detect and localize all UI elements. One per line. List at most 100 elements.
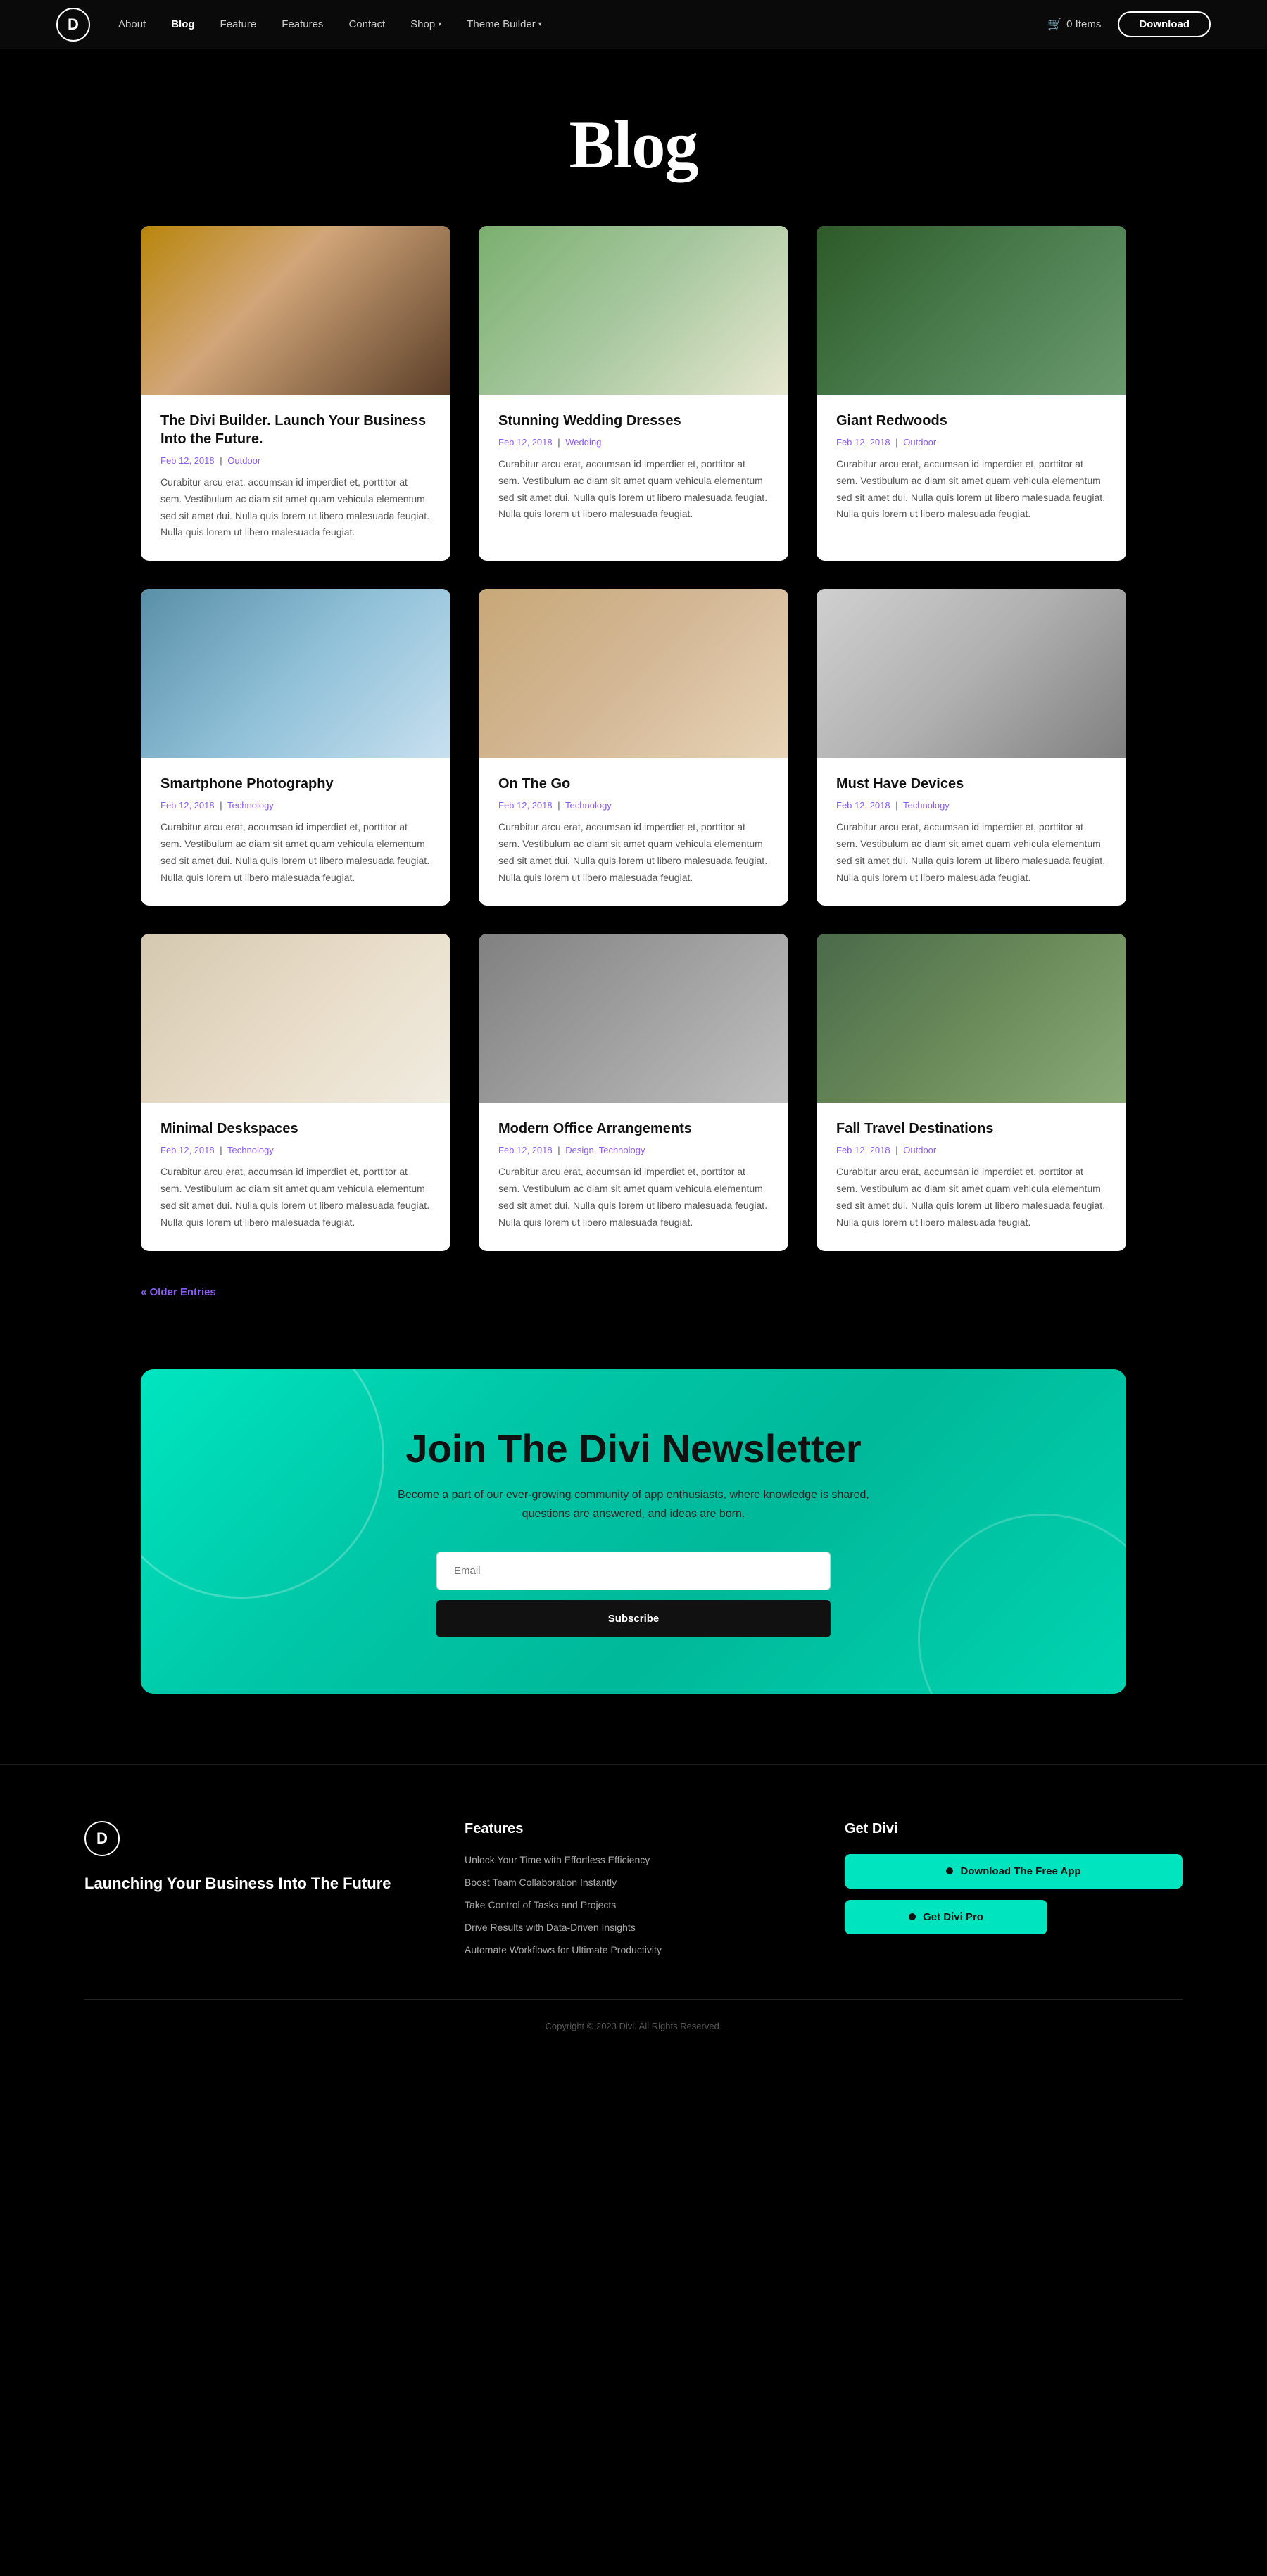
blog-card[interactable]: The Divi Builder. Launch Your Business I… [141, 226, 450, 561]
nav-logo[interactable]: D [56, 8, 90, 42]
footer-tagline: Launching Your Business Into The Future [84, 1873, 422, 1895]
footer-copyright: Copyright © 2023 Divi. All Rights Reserv… [84, 2000, 1183, 2031]
blog-card-body: Minimal Deskspaces Feb 12, 2018 | Techno… [141, 1103, 450, 1250]
footer-feature-link[interactable]: Drive Results with Data-Driven Insights [465, 1922, 636, 1933]
blog-hero: Blog [0, 49, 1267, 226]
blog-card-meta: Feb 12, 2018 | Outdoor [160, 455, 431, 466]
footer-feature-item: Boost Team Collaboration Instantly [465, 1877, 802, 1889]
footer-get-pro-button[interactable]: Get Divi Pro [845, 1900, 1047, 1934]
blog-card-excerpt: Curabitur arcu erat, accumsan id imperdi… [498, 819, 769, 886]
blog-card-category: Design, Technology [565, 1145, 645, 1155]
blog-card-excerpt: Curabitur arcu erat, accumsan id imperdi… [498, 1164, 769, 1231]
footer-brand-col: D Launching Your Business Into The Futur… [84, 1821, 422, 1957]
blog-card-body: Smartphone Photography Feb 12, 2018 | Te… [141, 758, 450, 906]
blog-card-meta: Feb 12, 2018 | Technology [498, 800, 769, 811]
newsletter-section: Join The Divi Newsletter Become a part o… [84, 1369, 1183, 1694]
footer-feature-link[interactable]: Unlock Your Time with Effortless Efficie… [465, 1854, 650, 1865]
footer-feature-link[interactable]: Take Control of Tasks and Projects [465, 1899, 616, 1910]
blog-card-image [479, 226, 788, 395]
nav-blog[interactable]: Blog [171, 18, 194, 30]
blog-card-date: Feb 12, 2018 [160, 800, 215, 811]
blog-card-body: Modern Office Arrangements Feb 12, 2018 … [479, 1103, 788, 1250]
download-icon [946, 1867, 953, 1874]
email-input[interactable] [436, 1552, 831, 1590]
nav-shop-dropdown[interactable]: Shop ▾ [410, 18, 441, 30]
blog-card-title: Smartphone Photography [160, 775, 431, 793]
blog-card-title: Fall Travel Destinations [836, 1119, 1107, 1138]
footer-get-divi-col: Get Divi Download The Free App Get Divi … [845, 1821, 1183, 1957]
blog-card-date: Feb 12, 2018 [498, 437, 553, 448]
blog-card[interactable]: On The Go Feb 12, 2018 | Technology Cura… [479, 589, 788, 906]
newsletter-form: Subscribe [436, 1552, 831, 1637]
older-entries-link[interactable]: « Older Entries [141, 1286, 216, 1298]
blog-card[interactable]: Modern Office Arrangements Feb 12, 2018 … [479, 934, 788, 1250]
newsletter-title: Join The Divi Newsletter [211, 1426, 1056, 1471]
nav-feature[interactable]: Feature [220, 18, 257, 30]
footer-feature-link[interactable]: Automate Workflows for Ultimate Producti… [465, 1944, 662, 1955]
blog-card-title: Giant Redwoods [836, 412, 1107, 430]
blog-card-date: Feb 12, 2018 [836, 800, 890, 811]
older-entries: « Older Entries [84, 1286, 1183, 1299]
meta-separator: | [220, 455, 222, 466]
meta-separator: | [557, 800, 560, 811]
footer-download-free-label: Download The Free App [960, 1865, 1080, 1877]
blog-card-category: Technology [565, 800, 612, 811]
footer-features-links: Unlock Your Time with Effortless Efficie… [465, 1854, 802, 1957]
newsletter-description: Become a part of our ever-growing commun… [387, 1485, 880, 1523]
navigation: D About Blog Feature Features Contact Sh… [0, 0, 1267, 49]
footer-logo: D [84, 1821, 120, 1856]
blog-card-category: Technology [903, 800, 950, 811]
nav-contact[interactable]: Contact [348, 18, 385, 30]
blog-card-body: Fall Travel Destinations Feb 12, 2018 | … [817, 1103, 1126, 1250]
blog-card-meta: Feb 12, 2018 | Outdoor [836, 1145, 1107, 1155]
blog-card-excerpt: Curabitur arcu erat, accumsan id imperdi… [160, 474, 431, 541]
blog-page-title: Blog [0, 106, 1267, 184]
blog-card-title: The Divi Builder. Launch Your Business I… [160, 412, 431, 448]
blog-card[interactable]: Minimal Deskspaces Feb 12, 2018 | Techno… [141, 934, 450, 1250]
nav-theme-builder-dropdown[interactable]: Theme Builder ▾ [467, 18, 542, 30]
blog-card-category: Technology [227, 800, 274, 811]
subscribe-button[interactable]: Subscribe [436, 1600, 831, 1637]
blog-card[interactable]: Giant Redwoods Feb 12, 2018 | Outdoor Cu… [817, 226, 1126, 561]
blog-card-body: Giant Redwoods Feb 12, 2018 | Outdoor Cu… [817, 395, 1126, 543]
blog-card-excerpt: Curabitur arcu erat, accumsan id imperdi… [836, 456, 1107, 523]
cart-icon: 🛒 [1047, 18, 1062, 32]
newsletter-box: Join The Divi Newsletter Become a part o… [141, 1369, 1126, 1694]
blog-card-meta: Feb 12, 2018 | Technology [836, 800, 1107, 811]
nav-features[interactable]: Features [282, 18, 323, 30]
footer-logo-letter: D [96, 1829, 108, 1848]
blog-card-excerpt: Curabitur arcu erat, accumsan id imperdi… [160, 819, 431, 886]
blog-card-image [141, 589, 450, 758]
blog-card-title: Stunning Wedding Dresses [498, 412, 769, 430]
blog-card-title: On The Go [498, 775, 769, 793]
blog-card-body: Stunning Wedding Dresses Feb 12, 2018 | … [479, 395, 788, 543]
blog-card[interactable]: Smartphone Photography Feb 12, 2018 | Te… [141, 589, 450, 906]
footer-feature-item: Automate Workflows for Ultimate Producti… [465, 1944, 802, 1957]
footer-feature-link[interactable]: Boost Team Collaboration Instantly [465, 1877, 617, 1888]
blog-card-date: Feb 12, 2018 [836, 437, 890, 448]
nav-about[interactable]: About [118, 18, 146, 30]
blog-card-body: Must Have Devices Feb 12, 2018 | Technol… [817, 758, 1126, 906]
blog-card[interactable]: Must Have Devices Feb 12, 2018 | Technol… [817, 589, 1126, 906]
blog-card-title: Must Have Devices [836, 775, 1107, 793]
footer-feature-item: Unlock Your Time with Effortless Efficie… [465, 1854, 802, 1867]
blog-card-image [817, 934, 1126, 1103]
blog-card-date: Feb 12, 2018 [498, 800, 553, 811]
nav-cart[interactable]: 🛒 0 Items [1047, 18, 1101, 32]
blog-card-image [479, 934, 788, 1103]
blog-card-excerpt: Curabitur arcu erat, accumsan id imperdi… [498, 456, 769, 523]
blog-card-meta: Feb 12, 2018 | Design, Technology [498, 1145, 769, 1155]
footer-get-divi-title: Get Divi [845, 1821, 1183, 1837]
nav-theme-builder-label: Theme Builder [467, 18, 536, 30]
blog-card-category: Outdoor [227, 455, 260, 466]
blog-card-image [141, 934, 450, 1103]
blog-card[interactable]: Stunning Wedding Dresses Feb 12, 2018 | … [479, 226, 788, 561]
blog-card-date: Feb 12, 2018 [160, 455, 215, 466]
footer-download-free-button[interactable]: Download The Free App [845, 1854, 1183, 1889]
nav-download-button[interactable]: Download [1118, 11, 1211, 37]
blog-card-body: On The Go Feb 12, 2018 | Technology Cura… [479, 758, 788, 906]
blog-card-image [479, 589, 788, 758]
blog-card-body: The Divi Builder. Launch Your Business I… [141, 395, 450, 561]
pro-icon [909, 1913, 916, 1920]
blog-card[interactable]: Fall Travel Destinations Feb 12, 2018 | … [817, 934, 1126, 1250]
